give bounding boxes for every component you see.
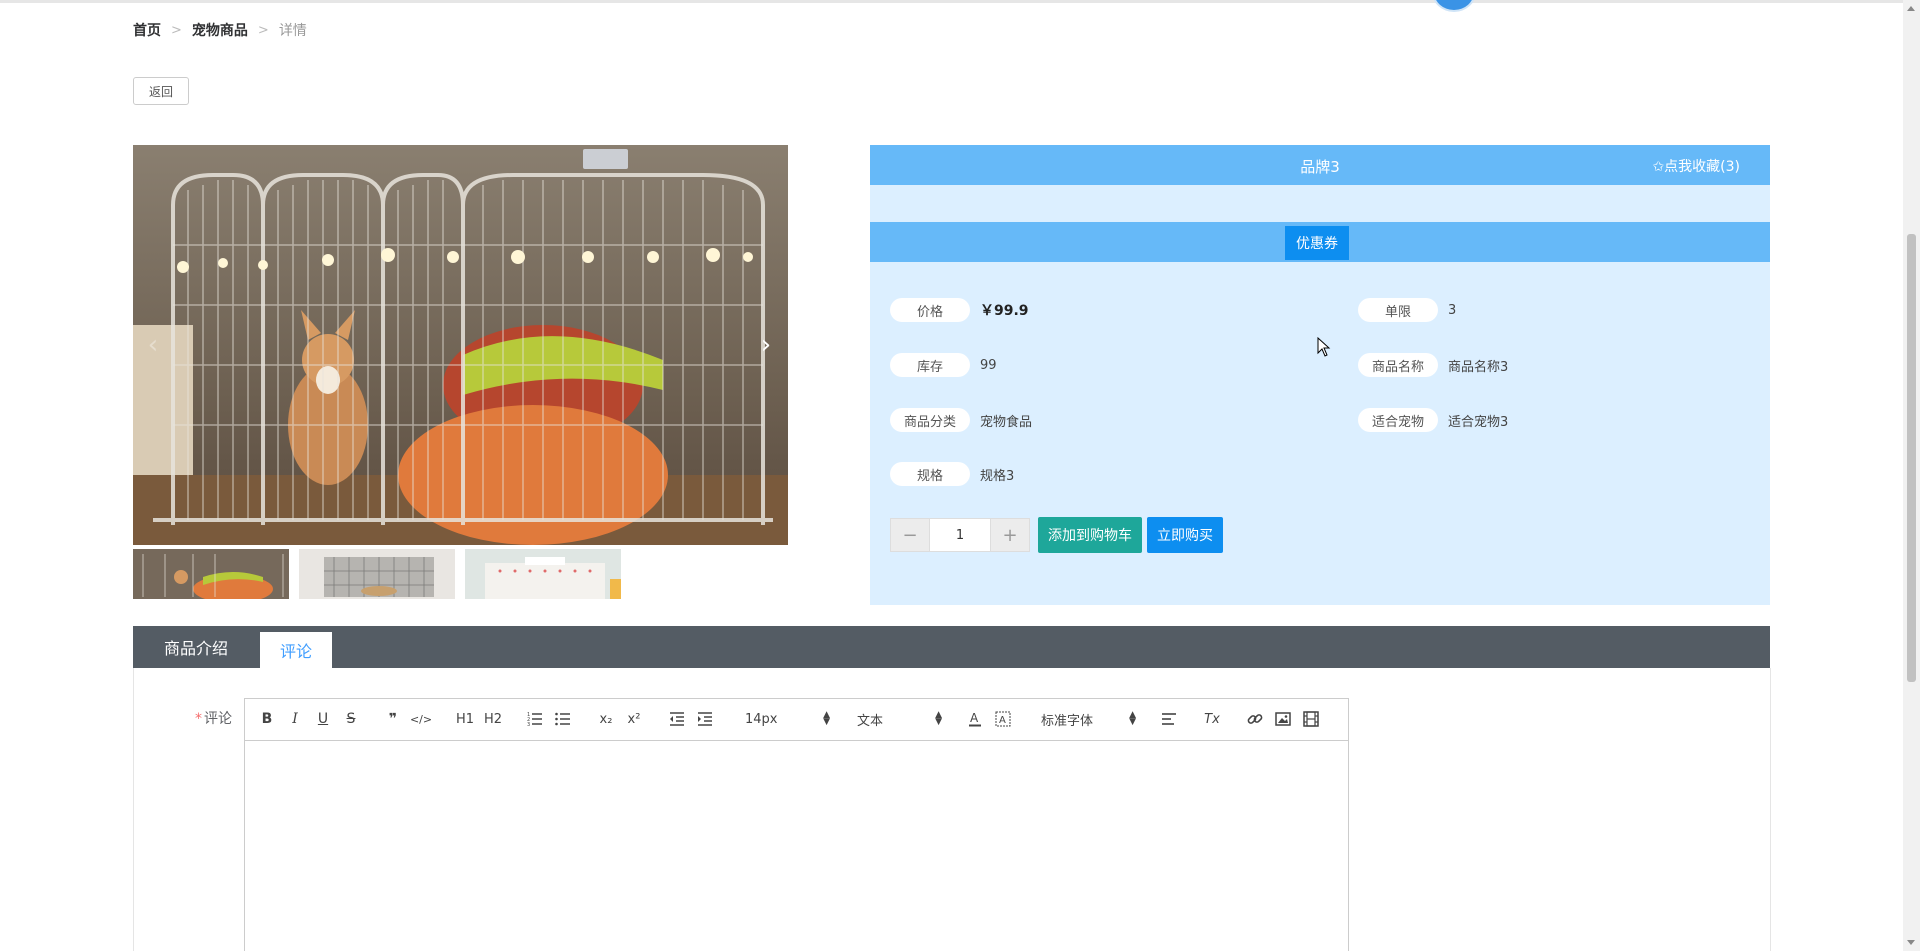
- tab-intro[interactable]: 商品介绍: [133, 626, 259, 668]
- background-color-icon[interactable]: A: [995, 710, 1011, 728]
- increase-button[interactable]: +: [990, 518, 1030, 552]
- font-size-value: 14px: [745, 711, 778, 727]
- suitable-pet-field: 适合宠物 适合宠物3: [1358, 408, 1508, 432]
- header-select[interactable]: 文本 ▲ ▼: [857, 710, 942, 729]
- category-value: 宠物食品: [980, 414, 1033, 430]
- detail-tabs: 商品介绍 评论: [133, 626, 1770, 668]
- subscript-button[interactable]: x₂: [597, 710, 615, 728]
- name-label: 商品名称: [1358, 353, 1438, 377]
- comment-label: * 评论: [195, 708, 232, 728]
- scroll-down-icon[interactable]: [1907, 940, 1915, 945]
- breadcrumb-separator: >: [257, 22, 269, 38]
- spec-label: 规格: [890, 462, 970, 486]
- strike-button[interactable]: S: [343, 710, 359, 728]
- italic-button[interactable]: I: [287, 710, 303, 728]
- add-to-cart-button[interactable]: 添加到购物车: [1038, 517, 1142, 553]
- product-image-carousel[interactable]: ‹ ›: [133, 145, 788, 545]
- back-button[interactable]: 返回: [133, 77, 189, 105]
- coupon-bar: 优惠券: [870, 222, 1770, 262]
- select-caret-icon: ▲ ▼: [1129, 710, 1136, 727]
- code-button[interactable]: </>: [410, 710, 432, 728]
- coupon-button[interactable]: 优惠券: [1285, 226, 1349, 260]
- limit-field: 单限 3: [1358, 298, 1456, 322]
- quantity-stepper: − 1 + 添加到购物车 立即购买: [890, 517, 1223, 553]
- underline-button[interactable]: U: [315, 710, 331, 728]
- outdent-icon[interactable]: [669, 710, 685, 728]
- suitable-pet-label: 适合宠物: [1358, 408, 1438, 432]
- h1-button[interactable]: H1: [455, 710, 475, 728]
- decrease-button[interactable]: −: [890, 518, 930, 552]
- select-caret-icon: ▲ ▼: [823, 710, 830, 727]
- blockquote-button[interactable]: ❞: [385, 710, 401, 728]
- favorite-button[interactable]: ✩点我收藏(3): [1652, 156, 1740, 176]
- breadcrumb-separator: >: [171, 22, 182, 38]
- category-label: 商品分类: [890, 408, 970, 432]
- svg-text:3: 3: [527, 722, 530, 726]
- product-main-image: [133, 145, 788, 545]
- comment-label-text: 评论: [204, 711, 232, 727]
- stock-label: 库存: [890, 353, 970, 377]
- scroll-up-icon[interactable]: [1907, 6, 1915, 11]
- tab-comments[interactable]: 评论: [260, 632, 332, 668]
- svg-text:A: A: [999, 715, 1006, 726]
- brand-title: 品牌3: [1300, 158, 1340, 176]
- rich-text-editor[interactable]: B I U S ❞ </> H1 H2 123 x₂ x² 14px ▲ ▼ 文本…: [244, 698, 1349, 951]
- indent-icon[interactable]: [697, 710, 713, 728]
- product-header: 品牌3 ✩点我收藏(3): [870, 145, 1770, 185]
- clean-format-button[interactable]: Tx: [1203, 710, 1221, 728]
- product-info-panel: 品牌3 ✩点我收藏(3) 优惠券 价格 ￥99.9 单限 3 库存 99 商品名…: [870, 145, 1770, 605]
- thumbnail-strip: [133, 549, 621, 599]
- price-label: 价格: [890, 298, 970, 322]
- top-border: [0, 0, 1920, 3]
- limit-label: 单限: [1358, 298, 1438, 322]
- align-icon[interactable]: [1161, 710, 1177, 728]
- select-caret-icon: ▲ ▼: [935, 710, 942, 727]
- font-size-select[interactable]: 14px ▲ ▼: [745, 710, 830, 728]
- price-field: 价格 ￥99.9: [890, 298, 1029, 322]
- carousel-next-button[interactable]: ›: [756, 332, 776, 358]
- spec-value: 规格3: [980, 468, 1015, 484]
- bullet-list-icon[interactable]: [555, 710, 571, 728]
- stock-field: 库存 99: [890, 353, 997, 377]
- price-value: ￥99.9: [980, 303, 1029, 319]
- name-field: 商品名称 商品名称3: [1358, 353, 1508, 377]
- carousel-prev-button[interactable]: ‹: [143, 332, 163, 358]
- ordered-list-icon[interactable]: 123: [527, 710, 543, 728]
- quantity-input[interactable]: 1: [930, 518, 990, 552]
- h2-button[interactable]: H2: [483, 710, 503, 728]
- suitable-pet-value: 适合宠物3: [1448, 414, 1509, 430]
- superscript-button[interactable]: x²: [625, 710, 643, 728]
- font-color-icon[interactable]: A: [967, 710, 983, 728]
- breadcrumb-home[interactable]: 首页: [133, 20, 161, 40]
- breadcrumb: 首页 > 宠物商品 > 详情: [133, 20, 307, 40]
- floating-avatar[interactable]: [1432, 0, 1476, 12]
- svg-text:A: A: [970, 711, 979, 725]
- category-field: 商品分类 宠物食品: [890, 408, 1032, 432]
- breadcrumb-category[interactable]: 宠物商品: [192, 20, 248, 40]
- mouse-cursor-icon: [1317, 337, 1331, 357]
- thumbnail-3[interactable]: [465, 549, 621, 599]
- link-icon[interactable]: [1247, 710, 1263, 728]
- bold-button[interactable]: B: [259, 710, 275, 728]
- font-family-select[interactable]: 标准字体 ▲ ▼: [1041, 710, 1136, 729]
- scroll-thumb[interactable]: [1907, 234, 1916, 682]
- required-mark: *: [195, 711, 202, 727]
- image-icon[interactable]: [1275, 710, 1291, 728]
- breadcrumb-current: 详情: [278, 23, 307, 39]
- header-value: 文本: [857, 713, 884, 729]
- spec-field: 规格 规格3: [890, 462, 1014, 486]
- font-family-value: 标准字体: [1041, 713, 1094, 729]
- editor-toolbar: B I U S ❞ </> H1 H2 123 x₂ x² 14px ▲ ▼ 文本…: [245, 699, 1348, 741]
- video-icon[interactable]: [1303, 710, 1319, 728]
- thumbnail-2[interactable]: [299, 549, 455, 599]
- stock-value: 99: [980, 357, 997, 373]
- thumbnail-1[interactable]: [133, 549, 289, 599]
- page-scrollbar[interactable]: [1903, 0, 1920, 951]
- name-value: 商品名称3: [1448, 359, 1509, 375]
- buy-now-button[interactable]: 立即购买: [1147, 517, 1223, 553]
- limit-value: 3: [1448, 302, 1457, 318]
